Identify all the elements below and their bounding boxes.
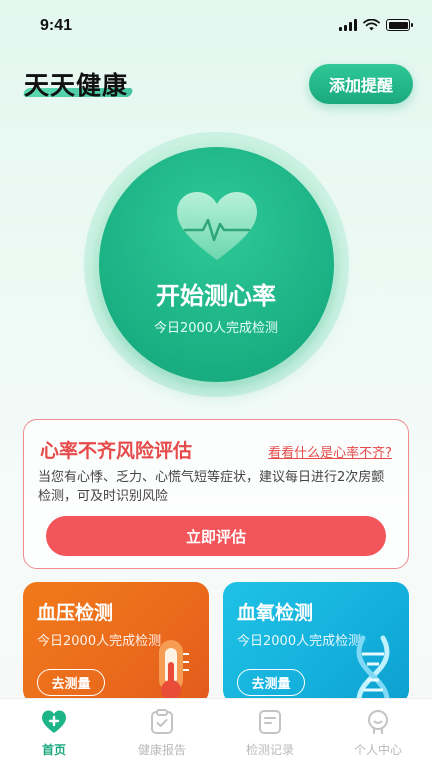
dna-icon — [356, 635, 390, 703]
tab-records-label: 检测记录 — [245, 743, 294, 757]
document-icon — [259, 710, 281, 734]
heart-pulse-icon — [177, 192, 257, 260]
tab-health-report[interactable]: 健康报告 — [108, 699, 216, 768]
tab-records[interactable]: 检测记录 — [216, 699, 324, 768]
tab-profile-label: 个人中心 — [353, 743, 402, 757]
risk-assessment-card: 心率不齐风险评估 看看什么是心率不齐? 当您有心悸、乏力、心慌气短等症状，建议每… — [23, 419, 409, 569]
heart-plus-icon — [42, 710, 66, 733]
status-icons — [339, 19, 413, 31]
risk-card-description: 当您有心悸、乏力、心慌气短等症状，建议每日进行2次房颤检测，可及时识别风险 — [38, 470, 385, 504]
status-bar: 9:41 — [0, 0, 432, 54]
heart-rate-subtitle: 今日2000人完成检测 — [153, 321, 279, 336]
what-is-arrhythmia-link[interactable]: 看看什么是心率不齐? — [268, 442, 392, 461]
clipboard-check-icon — [151, 709, 173, 734]
tab-profile[interactable]: 个人中心 — [324, 699, 432, 768]
blood-oxygen-subtitle: 今日2000人完成检测 — [237, 634, 362, 649]
blood-oxygen-measure-button[interactable]: 去测量 — [237, 669, 305, 696]
blood-pressure-subtitle: 今日2000人完成检测 — [37, 634, 162, 649]
user-icon — [368, 710, 388, 734]
battery-icon — [386, 19, 413, 31]
start-heart-rate-label: 开始测心率 — [156, 282, 276, 310]
tab-bar: 首页 健康报告 检测记录 个人中心 — [0, 698, 432, 768]
signal-icon — [339, 19, 357, 31]
start-heart-rate-button[interactable] — [99, 147, 334, 382]
tab-home[interactable]: 首页 — [0, 699, 108, 768]
blood-pressure-measure-button[interactable]: 去测量 — [37, 669, 105, 696]
add-reminder-button[interactable]: 添加提醒 — [309, 64, 413, 104]
risk-card-title: 心率不齐风险评估 — [40, 440, 193, 462]
blood-oxygen-card[interactable]: 血氧检测 今日2000人完成检测 去测量 — [223, 582, 409, 704]
tab-home-label: 首页 — [41, 743, 66, 757]
app-title: 天天健康 — [24, 71, 129, 100]
assess-now-button[interactable]: 立即评估 — [46, 516, 386, 556]
blood-pressure-card[interactable]: 血压检测 今日2000人完成检测 去测量 — [23, 582, 209, 704]
status-time: 9:41 — [40, 17, 73, 34]
blood-oxygen-title: 血氧检测 — [237, 602, 314, 624]
blood-pressure-title: 血压检测 — [37, 602, 114, 624]
thermometer-icon — [159, 640, 189, 700]
wifi-icon — [363, 19, 380, 31]
tab-health-report-label: 健康报告 — [137, 743, 186, 757]
